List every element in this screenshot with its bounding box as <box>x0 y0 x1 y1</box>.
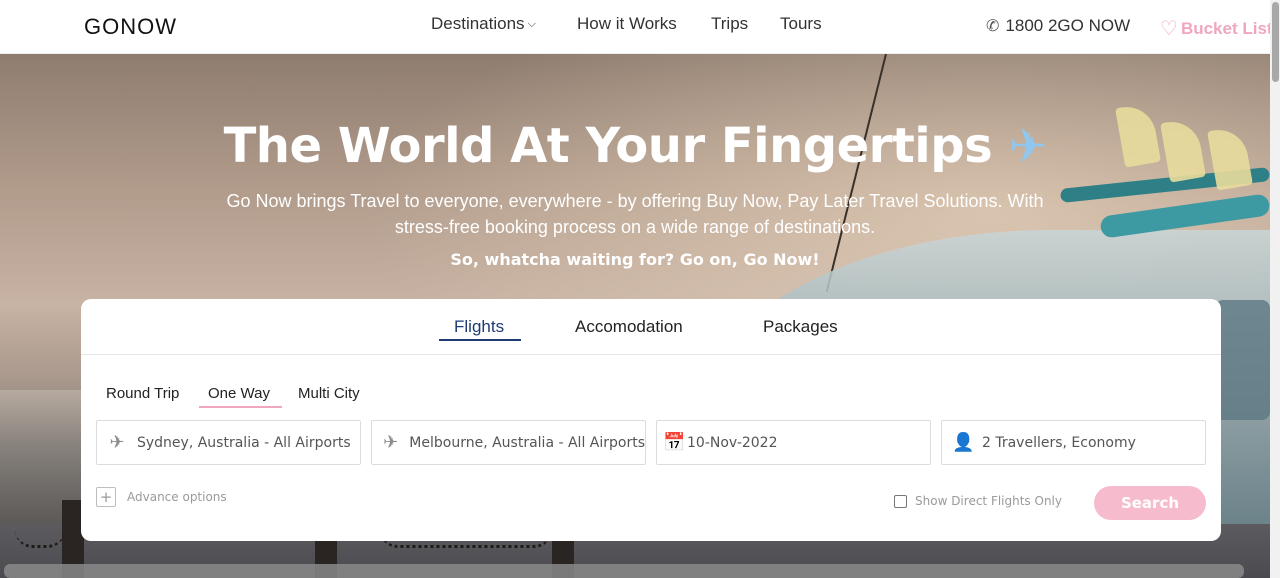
calendar-icon: 📅 <box>663 432 686 453</box>
phone-icon: ✆ <box>986 18 1000 35</box>
phone-link[interactable]: ✆ 1800 2GO NOW <box>986 16 1130 36</box>
nav-destinations[interactable]: Destinations ⌵ <box>431 14 536 34</box>
hero-title: The World At Your Fingertips ✈ <box>0 118 1270 174</box>
hero-van-window <box>1215 300 1270 420</box>
logo[interactable]: GONOW <box>84 14 177 40</box>
tab-accomodation[interactable]: Accomodation <box>575 317 683 337</box>
vertical-scrollbar-thumb[interactable] <box>1272 2 1279 82</box>
bucket-list-label: Bucket List <box>1180 18 1273 38</box>
to-value: Melbourne, Australia - All Airports <box>409 434 645 451</box>
date-value: 10-Nov-2022 <box>687 434 778 451</box>
direct-flights-option[interactable]: Show Direct Flights Only <box>894 494 1062 508</box>
date-field[interactable]: 📅 10-Nov-2022 <box>656 420 931 465</box>
search-tabs: Flights Accomodation Packages <box>81 299 1221 355</box>
plane-departure-icon: ✈ <box>109 432 125 453</box>
bucket-list-link[interactable]: ♡ Bucket List <box>1160 16 1273 41</box>
horizontal-scrollbar-thumb[interactable] <box>4 564 1244 578</box>
airplane-icon: ✈ <box>1008 119 1047 173</box>
hero-cta: So, whatcha waiting for? Go on, Go Now! <box>450 250 820 269</box>
advance-options-label: Advance options <box>127 490 227 504</box>
nav-how-it-works[interactable]: How it Works <box>577 14 677 34</box>
nav-tours[interactable]: Tours <box>780 14 822 34</box>
heart-icon: ♡ <box>1160 18 1178 40</box>
nav-trips[interactable]: Trips <box>711 14 748 34</box>
plane-arrival-icon: ✈ <box>383 432 399 453</box>
search-button[interactable]: Search <box>1094 486 1206 520</box>
chevron-down-icon: ⌵ <box>527 18 536 31</box>
tab-active-indicator <box>439 339 521 341</box>
horizontal-scrollbar[interactable] <box>0 562 1270 578</box>
travellers-field[interactable]: 👤 2 Travellers, Economy <box>941 420 1206 465</box>
to-field[interactable]: ✈ Melbourne, Australia - All Airports <box>371 420 646 465</box>
hero-title-text: The World At Your Fingertips <box>223 118 993 174</box>
direct-flights-checkbox[interactable] <box>894 494 907 508</box>
trip-type-round-trip[interactable]: Round Trip <box>106 385 179 402</box>
search-card: Flights Accomodation Packages Round Trip… <box>81 299 1221 541</box>
nav-destinations-label: Destinations <box>431 14 525 33</box>
travellers-value: 2 Travellers, Economy <box>982 434 1136 451</box>
tab-packages[interactable]: Packages <box>763 317 838 337</box>
advance-options-toggle[interactable]: + Advance options <box>96 487 227 507</box>
trip-type-multi-city[interactable]: Multi City <box>298 385 360 402</box>
hero-subtitle: Go Now brings Travel to everyone, everyw… <box>226 191 1044 237</box>
top-navbar: GONOW Destinations ⌵ How it Works Trips T… <box>0 0 1273 54</box>
user-icon: 👤 <box>952 432 975 453</box>
trip-type-one-way[interactable]: One Way <box>208 385 270 402</box>
direct-flights-label: Show Direct Flights Only <box>915 494 1062 508</box>
plus-icon: + <box>96 487 116 507</box>
from-value: Sydney, Australia - All Airports <box>137 434 351 451</box>
from-field[interactable]: ✈ Sydney, Australia - All Airports <box>96 420 361 465</box>
phone-number: 1800 2GO NOW <box>1005 16 1131 35</box>
trip-type-active-indicator <box>199 406 282 408</box>
tab-flights[interactable]: Flights <box>454 317 504 337</box>
vertical-scrollbar[interactable] <box>1270 0 1280 578</box>
